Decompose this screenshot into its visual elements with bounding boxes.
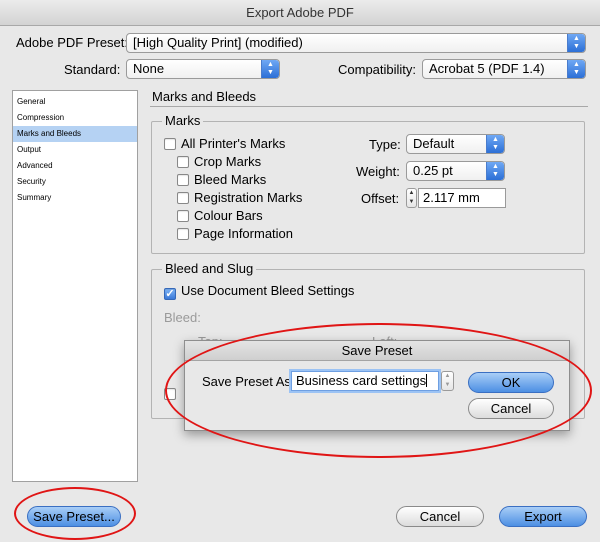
offset-stepper[interactable]: ▲ ▼ <box>406 188 417 208</box>
offset-label: Offset: <box>361 191 400 206</box>
sidebar-item-security[interactable]: Security <box>13 174 137 190</box>
registration-marks-checkbox[interactable]: Registration Marks <box>177 190 302 206</box>
sidebar-item-advanced[interactable]: Advanced <box>13 158 137 174</box>
use-document-bleed-checkbox[interactable]: ✓ Use Document Bleed Settings <box>164 283 355 300</box>
bleed-marks-label: Bleed Marks <box>194 172 267 187</box>
crop-marks-label: Crop Marks <box>194 154 262 169</box>
export-pdf-window: Export Adobe PDF Adobe PDF Preset: [High… <box>0 0 600 542</box>
export-button[interactable]: Export <box>499 506 587 527</box>
preset-name-input[interactable]: Business card settings <box>291 371 439 391</box>
dropdown-arrows-icon: ▲ ▼ <box>261 60 279 78</box>
category-sidebar: General Compression Marks and Bleeds Out… <box>12 90 138 482</box>
marks-group-title: Marks <box>162 113 204 128</box>
use-document-bleed-label: Use Document Bleed Settings <box>181 283 355 298</box>
sidebar-item-general[interactable]: General <box>13 94 137 110</box>
colour-bars-checkbox[interactable]: Colour Bars <box>177 208 263 224</box>
type-label: Type: <box>369 137 401 152</box>
sidebar-item-compression[interactable]: Compression <box>13 110 137 126</box>
preset-name-value: Business card settings <box>296 373 427 388</box>
checkbox-box <box>177 210 189 222</box>
all-printers-marks-label: All Printer's Marks <box>181 136 286 151</box>
weight-value: 0.25 pt <box>413 163 453 178</box>
sidebar-item-output[interactable]: Output <box>13 142 137 158</box>
window-title: Export Adobe PDF <box>0 0 600 26</box>
save-preset-as-label: Save Preset As: <box>202 374 295 389</box>
bleed-marks-checkbox[interactable]: Bleed Marks <box>177 172 266 188</box>
standard-value: None <box>133 61 165 76</box>
weight-label: Weight: <box>356 164 400 179</box>
compatibility-dropdown[interactable]: Acrobat 5 (PDF 1.4) ▲ ▼ <box>422 59 586 79</box>
checkbox-box <box>177 174 189 186</box>
page-information-checkbox[interactable]: Page Information <box>177 226 293 242</box>
offset-field[interactable]: 2.117 mm <box>418 188 506 208</box>
preset-name-stepper[interactable]: ▲ ▼ <box>441 371 454 391</box>
dropdown-arrows-icon: ▲ ▼ <box>567 60 585 78</box>
checkbox-box <box>164 388 176 400</box>
checkmark-icon: ✓ <box>164 288 176 300</box>
save-preset-button[interactable]: Save Preset... <box>27 506 121 527</box>
dialog-cancel-button[interactable]: Cancel <box>468 398 554 419</box>
compatibility-value: Acrobat 5 (PDF 1.4) <box>429 61 545 76</box>
save-preset-dialog-title: Save Preset <box>185 341 569 361</box>
checkbox-box <box>164 138 176 150</box>
checkbox-box <box>177 156 189 168</box>
sidebar-item-marks-and-bleeds[interactable]: Marks and Bleeds <box>13 126 137 142</box>
registration-marks-label: Registration Marks <box>194 190 303 205</box>
sidebar-item-summary[interactable]: Summary <box>13 190 137 206</box>
bleed-slug-group-title: Bleed and Slug <box>162 261 257 276</box>
crop-marks-checkbox[interactable]: Crop Marks <box>177 154 261 170</box>
checkbox-box <box>177 192 189 204</box>
standard-dropdown[interactable]: None ▲ ▼ <box>126 59 280 79</box>
bleed-label: Bleed: <box>164 310 201 325</box>
colour-bars-label: Colour Bars <box>194 208 263 223</box>
dropdown-arrows-icon: ▲ ▼ <box>567 34 585 52</box>
cancel-button[interactable]: Cancel <box>396 506 484 527</box>
ok-button[interactable]: OK <box>468 372 554 393</box>
text-cursor <box>426 374 428 387</box>
hidden-checkbox[interactable] <box>164 386 178 402</box>
title-divider <box>150 106 588 107</box>
compatibility-label: Compatibility: <box>338 62 417 77</box>
page-information-label: Page Information <box>194 226 294 241</box>
dropdown-arrows-icon: ▲ ▼ <box>486 135 504 153</box>
preset-label: Adobe PDF Preset: <box>16 35 128 50</box>
weight-dropdown[interactable]: 0.25 pt ▲ ▼ <box>406 161 505 181</box>
preset-value: [High Quality Print] (modified) <box>133 35 303 50</box>
type-value: Default <box>413 136 455 151</box>
preset-dropdown[interactable]: [High Quality Print] (modified) ▲ ▼ <box>126 33 586 53</box>
standard-label: Standard: <box>64 62 121 77</box>
all-printers-marks-checkbox[interactable]: All Printer's Marks <box>164 136 285 152</box>
page-title: Marks and Bleeds <box>152 89 257 104</box>
type-dropdown[interactable]: Default ▲ ▼ <box>406 134 505 154</box>
dropdown-arrows-icon: ▲ ▼ <box>486 162 504 180</box>
save-preset-dialog: Save Preset Save Preset As: Business car… <box>184 340 570 431</box>
checkbox-box <box>177 228 189 240</box>
